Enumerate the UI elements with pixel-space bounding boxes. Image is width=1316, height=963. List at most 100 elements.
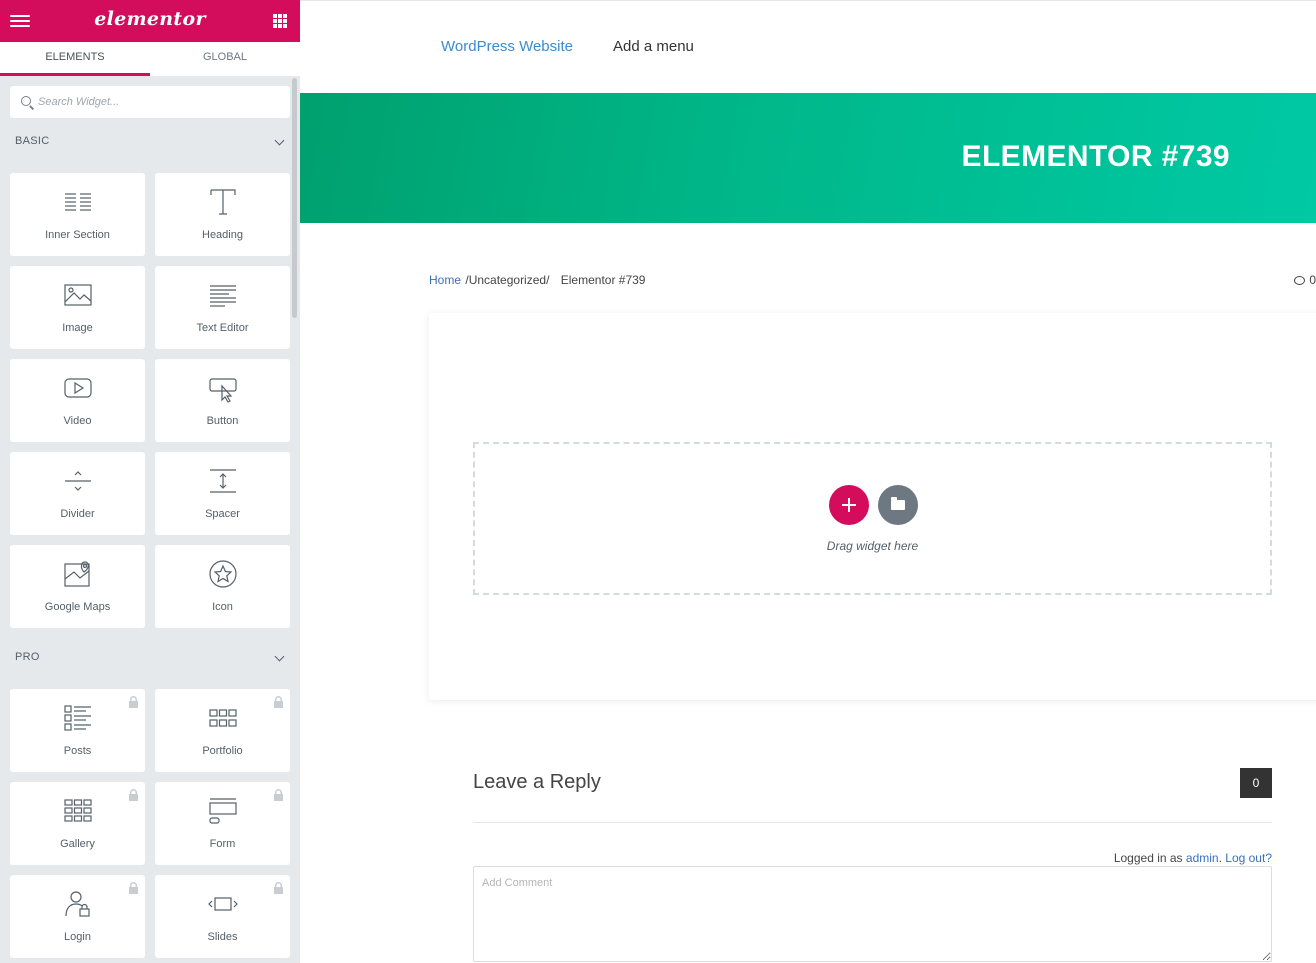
logged-in-notice: Logged in as admin. Log out? xyxy=(1114,851,1272,865)
add-menu-link[interactable]: Add a menu xyxy=(613,38,694,55)
lock-icon xyxy=(128,881,139,894)
widget-heading[interactable]: Heading xyxy=(155,173,290,256)
widget-label: Button xyxy=(206,415,239,427)
add-template-button[interactable] xyxy=(878,485,918,525)
category-basic-label: BASIC xyxy=(15,135,50,147)
elementor-logo: elementor xyxy=(94,8,206,30)
site-title-link[interactable]: WordPress Website xyxy=(441,38,573,55)
widget-gallery[interactable]: Gallery xyxy=(10,782,145,865)
panel-tabs: ELEMENTS GLOBAL xyxy=(0,42,300,76)
posts-icon xyxy=(62,703,94,733)
widget-label: Form xyxy=(209,838,236,850)
reply-divider xyxy=(473,822,1272,823)
widget-text-editor[interactable]: Text Editor xyxy=(155,266,290,349)
search-box xyxy=(10,86,290,118)
category-basic[interactable]: BASIC xyxy=(0,131,300,155)
tab-elements[interactable]: ELEMENTS xyxy=(0,42,150,76)
page-preview: WordPress Website Add a menu ELEMENTOR #… xyxy=(300,0,1316,963)
widget-google-maps[interactable]: Google Maps xyxy=(10,545,145,628)
spacer-icon xyxy=(207,466,239,496)
lock-icon xyxy=(273,788,284,801)
breadcrumb-current: Elementor #739 xyxy=(560,273,646,287)
lock-icon xyxy=(273,881,284,894)
inner-section-icon xyxy=(62,187,94,217)
slides-icon xyxy=(207,889,239,919)
lock-icon xyxy=(273,695,284,708)
logout-link[interactable]: Log out? xyxy=(1225,851,1272,865)
video-icon xyxy=(62,373,94,403)
widget-label: Google Maps xyxy=(44,601,111,613)
comment-textarea[interactable] xyxy=(473,866,1272,962)
period: . xyxy=(1218,851,1222,865)
chevron-down-icon xyxy=(274,651,285,662)
breadcrumb-category: /Uncategorized/ xyxy=(465,273,550,287)
widget-label: Posts xyxy=(63,745,92,757)
elementor-panel: elementor ELEMENTS GLOBAL BASIC Inner Se… xyxy=(0,0,300,963)
category-pro-label: PRO xyxy=(15,651,40,663)
widget-label: Spacer xyxy=(205,508,240,520)
folder-icon xyxy=(891,497,905,510)
reply-count-badge: 0 xyxy=(1240,768,1272,798)
gallery-icon xyxy=(62,796,94,826)
image-icon xyxy=(62,280,94,310)
widget-label: Login xyxy=(64,931,91,943)
text-editor-icon xyxy=(207,280,239,310)
widget-label: Video xyxy=(63,415,92,427)
drop-zone-hint: Drag widget here xyxy=(826,539,919,553)
widget-login[interactable]: Login xyxy=(10,875,145,958)
widget-label: Inner Section xyxy=(45,229,110,241)
comments-count[interactable]: 0 xyxy=(1294,273,1316,287)
widget-posts[interactable]: Posts xyxy=(10,689,145,772)
star-icon xyxy=(207,559,239,589)
category-pro[interactable]: PRO xyxy=(0,647,300,671)
widget-slides[interactable]: Slides xyxy=(155,875,290,958)
tab-global[interactable]: GLOBAL xyxy=(150,42,300,76)
lock-icon xyxy=(128,788,139,801)
login-icon xyxy=(62,889,94,919)
widget-icon[interactable]: Icon xyxy=(155,545,290,628)
breadcrumb-home[interactable]: Home xyxy=(429,273,461,287)
widget-portfolio[interactable]: Portfolio xyxy=(155,689,290,772)
admin-link[interactable]: admin xyxy=(1186,851,1219,865)
content-section: Drag widget here xyxy=(429,313,1316,700)
widget-label: Heading xyxy=(202,229,243,241)
heading-icon xyxy=(207,187,239,217)
lock-icon xyxy=(128,695,139,708)
google-maps-icon xyxy=(62,559,94,589)
widget-label: Portfolio xyxy=(202,745,243,757)
widget-divider[interactable]: Divider xyxy=(10,452,145,535)
breadcrumb: Home /Uncategorized/ Elementor #739 xyxy=(429,273,645,287)
panel-scrollbar[interactable] xyxy=(292,78,297,318)
widget-label: Divider xyxy=(60,508,95,520)
search-icon xyxy=(21,96,31,106)
page-hero: ELEMENTOR #739 xyxy=(300,93,1316,223)
widget-video[interactable]: Video xyxy=(10,359,145,442)
empty-drop-zone[interactable]: Drag widget here xyxy=(473,442,1272,595)
widget-label: Gallery xyxy=(60,838,95,850)
reply-title: Leave a Reply xyxy=(473,771,601,793)
chevron-down-icon xyxy=(274,135,285,146)
widget-label: Icon xyxy=(212,601,233,613)
widget-inner-section[interactable]: Inner Section xyxy=(10,173,145,256)
widget-label: Text Editor xyxy=(196,322,249,334)
divider-icon xyxy=(62,466,94,496)
logged-in-prefix: Logged in as xyxy=(1113,851,1183,865)
comment-icon xyxy=(1294,276,1306,285)
widget-spacer[interactable]: Spacer xyxy=(155,452,290,535)
widget-label: Slides xyxy=(207,931,238,943)
widget-label: Image xyxy=(62,322,93,334)
site-navigation: WordPress Website Add a menu xyxy=(300,1,1316,93)
widget-form[interactable]: Form xyxy=(155,782,290,865)
page-title: ELEMENTOR #739 xyxy=(961,140,1230,173)
elementor-editor: elementor ELEMENTS GLOBAL BASIC Inner Se… xyxy=(0,0,1316,963)
form-icon xyxy=(207,796,239,826)
comments-count-value: 0 xyxy=(1309,273,1316,287)
widget-button[interactable]: Button xyxy=(155,359,290,442)
button-icon xyxy=(207,373,239,403)
add-new-section-button[interactable] xyxy=(829,485,869,525)
widgets-grid-icon[interactable] xyxy=(273,14,287,28)
widget-image[interactable]: Image xyxy=(10,266,145,349)
search-widget-input[interactable] xyxy=(38,86,286,118)
portfolio-icon xyxy=(207,703,239,733)
panel-header: elementor xyxy=(0,0,300,42)
